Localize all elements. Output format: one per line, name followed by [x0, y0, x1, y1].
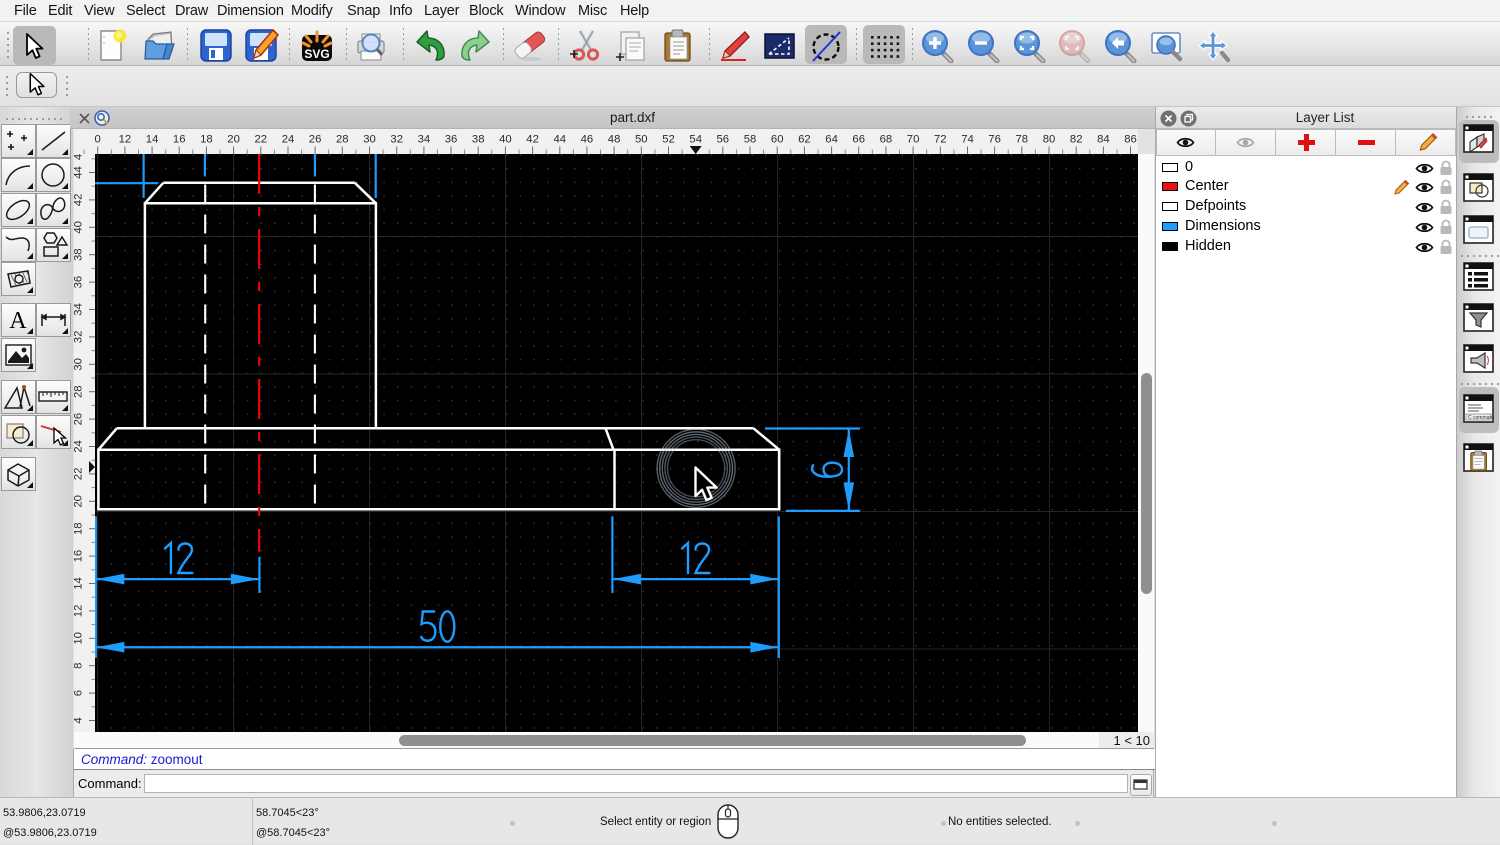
svg-text:26: 26	[309, 134, 322, 146]
svg-text:14: 14	[74, 577, 85, 590]
svg-text:C command: C command	[1468, 415, 1494, 421]
svg-text:70: 70	[907, 134, 920, 146]
svg-text:30: 30	[74, 358, 85, 371]
svg-text:62: 62	[798, 134, 811, 146]
svg-text:14: 14	[146, 134, 159, 146]
svg-text:58: 58	[744, 134, 757, 146]
svg-text:44: 44	[554, 134, 567, 146]
svg-text:18: 18	[74, 522, 85, 535]
svg-text:64: 64	[825, 134, 838, 146]
svg-text:84: 84	[1097, 134, 1110, 146]
svg-text:30: 30	[363, 134, 376, 146]
svg-text:28: 28	[336, 134, 349, 146]
svg-text:4: 4	[74, 717, 85, 723]
svg-text:16: 16	[173, 134, 186, 146]
svg-text:20: 20	[227, 134, 240, 146]
svg-text:12: 12	[74, 605, 85, 618]
svg-text:40: 40	[74, 221, 85, 234]
svg-text:48: 48	[608, 134, 621, 146]
svg-text:32: 32	[390, 134, 403, 146]
svg-text:4: 4	[74, 154, 85, 160]
svg-text:40: 40	[499, 134, 512, 146]
svg-text:32: 32	[74, 331, 85, 344]
svg-text:46: 46	[581, 134, 594, 146]
svg-text:24: 24	[74, 440, 85, 453]
svg-text:82: 82	[1070, 134, 1083, 146]
svg-text:72: 72	[934, 134, 947, 146]
svg-text:86: 86	[1124, 134, 1137, 146]
svg-text:60: 60	[771, 134, 784, 146]
svg-text:36: 36	[445, 134, 458, 146]
svg-text:74: 74	[961, 134, 974, 146]
svg-text:44: 44	[74, 166, 85, 179]
svg-text:42: 42	[74, 194, 85, 207]
svg-text:66: 66	[852, 134, 865, 146]
svg-text:54: 54	[689, 134, 702, 146]
svg-text:6: 6	[74, 690, 85, 696]
svg-text:18: 18	[200, 134, 213, 146]
svg-text:12: 12	[119, 134, 132, 146]
svg-text:34: 34	[418, 134, 431, 146]
svg-text:78: 78	[1016, 134, 1029, 146]
svg-text:76: 76	[988, 134, 1001, 146]
svg-text:0: 0	[95, 134, 101, 146]
svg-text:28: 28	[74, 385, 85, 398]
svg-text:36: 36	[74, 276, 85, 289]
svg-text:50: 50	[635, 134, 648, 146]
svg-text:24: 24	[282, 134, 295, 146]
svg-text:26: 26	[74, 413, 85, 426]
svg-text:52: 52	[662, 134, 675, 146]
svg-text:42: 42	[526, 134, 539, 146]
svg-text:38: 38	[472, 134, 485, 146]
svg-text:SVG: SVG	[304, 47, 329, 61]
svg-text:68: 68	[880, 134, 893, 146]
svg-text:A: A	[9, 308, 27, 334]
svg-text:80: 80	[1043, 134, 1056, 146]
svg-text:34: 34	[74, 303, 85, 316]
svg-text:56: 56	[717, 134, 730, 146]
svg-text:8: 8	[74, 663, 85, 669]
svg-text:38: 38	[74, 248, 85, 261]
svg-text:20: 20	[74, 495, 85, 508]
svg-text:16: 16	[74, 550, 85, 563]
svg-text:22: 22	[255, 134, 268, 146]
svg-text:10: 10	[74, 632, 85, 645]
svg-text:22: 22	[74, 468, 85, 481]
